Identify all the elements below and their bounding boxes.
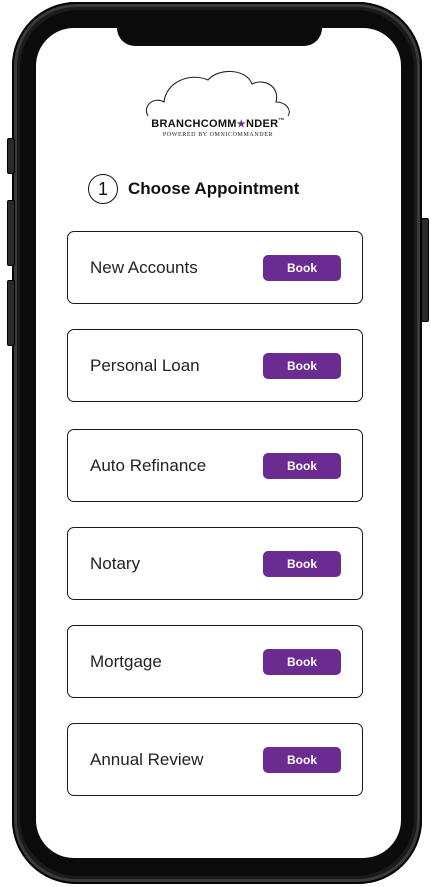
book-button-auto-refinance[interactable]: Book — [263, 453, 341, 479]
star-icon: ★ — [236, 119, 247, 130]
silent-switch — [7, 138, 15, 174]
volume-down-button — [7, 280, 15, 346]
cloud-icon — [146, 70, 290, 117]
appointment-label: Personal Loan — [90, 355, 200, 375]
volume-up-button — [7, 200, 15, 266]
appointment-card-personal-loan[interactable]: Personal Loan Book — [67, 329, 363, 402]
book-button-mortgage[interactable]: Book — [263, 649, 341, 675]
appointment-card-notary[interactable]: Notary Book — [67, 527, 363, 600]
branchcommander-logo: BRANCHCOMM★NDER™ POWERED BY OMNICOMMANDE… — [128, 66, 308, 156]
appointment-card-mortgage[interactable]: Mortgage Book — [67, 625, 363, 698]
book-button-personal-loan[interactable]: Book — [263, 353, 341, 379]
appointment-label: New Accounts — [90, 257, 198, 277]
brand-tagline: POWERED BY OMNICOMMANDER — [162, 132, 274, 138]
page-title: Choose Appointment — [128, 179, 300, 198]
appointment-label: Notary — [90, 553, 141, 573]
book-button-annual-review[interactable]: Book — [263, 747, 341, 773]
book-button-new-accounts[interactable]: Book — [263, 255, 341, 281]
phone-screen: BRANCHCOMM★NDER™ POWERED BY OMNICOMMANDE… — [36, 28, 401, 858]
appointment-label: Mortgage — [90, 651, 162, 671]
notch — [117, 28, 322, 46]
appointment-label: Auto Refinance — [90, 455, 207, 475]
power-button — [421, 218, 429, 322]
brand-name: BRANCHCOMM★NDER™ — [151, 118, 285, 130]
book-button-notary[interactable]: Book — [263, 551, 341, 577]
section-heading: 1 Choose Appointment — [88, 172, 299, 206]
step-number-badge: 1 — [88, 174, 118, 204]
appointment-label: Annual Review — [90, 749, 204, 769]
appointment-card-annual-review[interactable]: Annual Review Book — [67, 723, 363, 796]
appointment-card-new-accounts[interactable]: New Accounts Book — [67, 231, 363, 304]
appointment-card-auto-refinance[interactable]: Auto Refinance Book — [67, 429, 363, 502]
